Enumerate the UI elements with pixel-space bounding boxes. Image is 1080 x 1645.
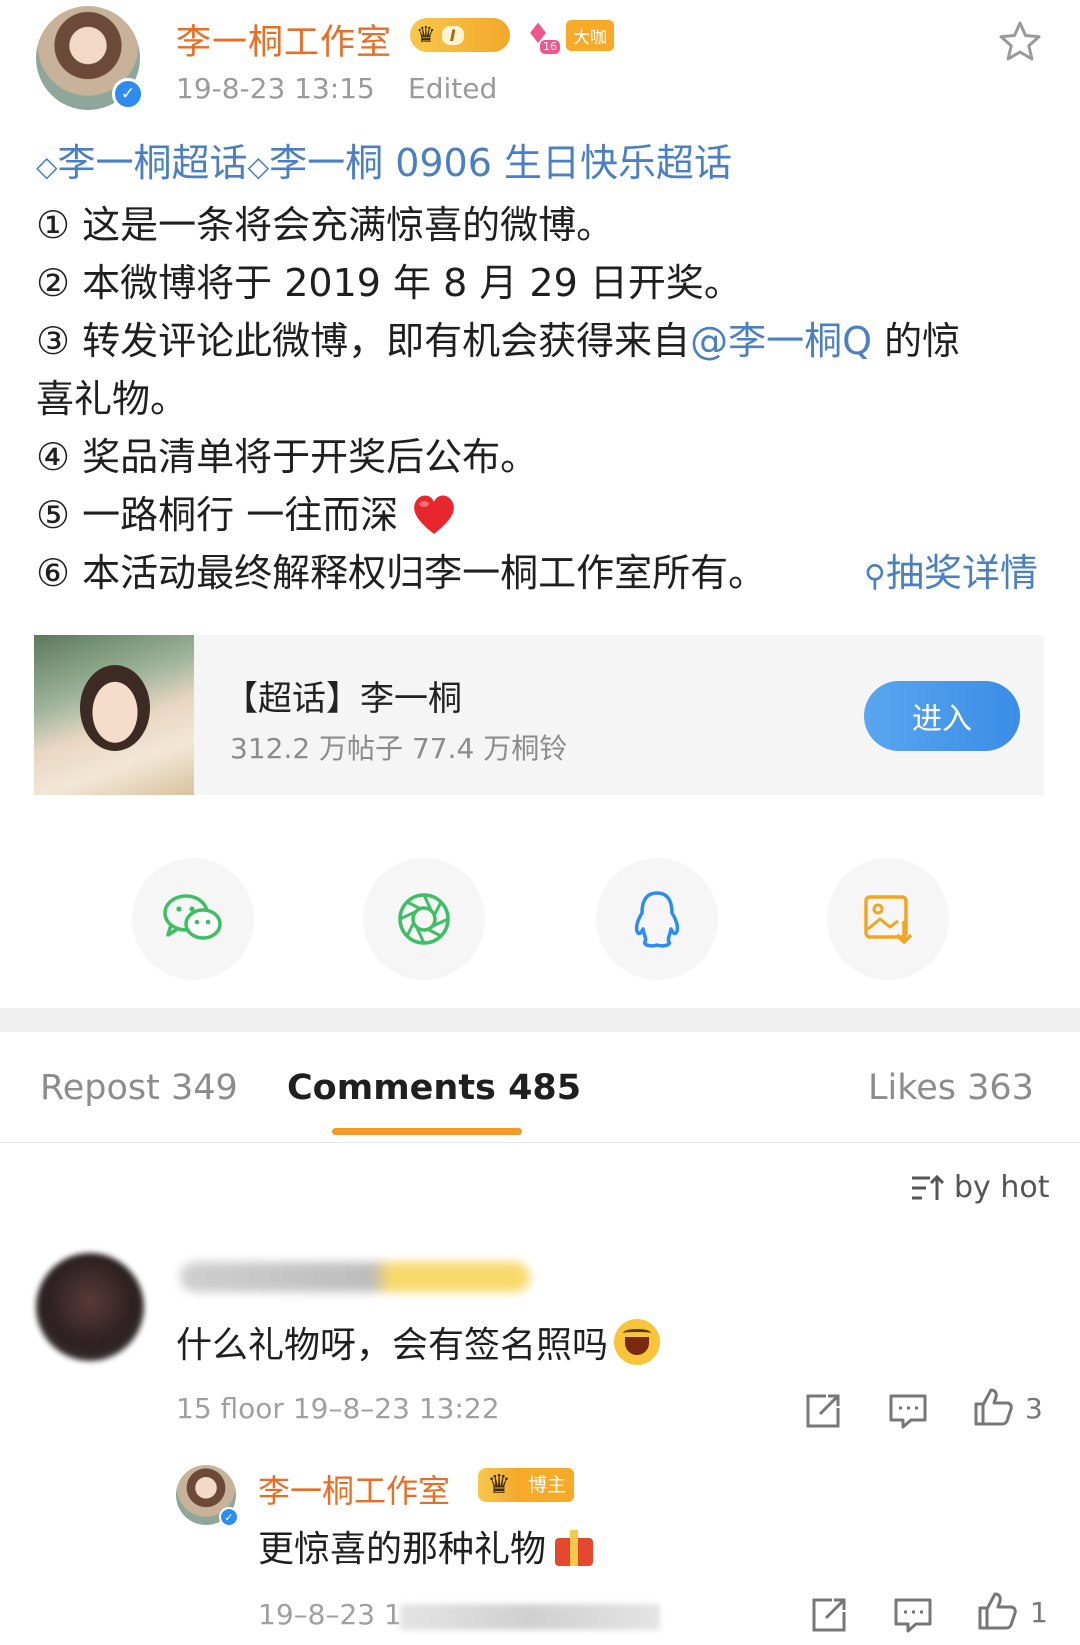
gem-level-icon[interactable]: ♦ 16 (518, 18, 560, 54)
commenter-avatar[interactable] (36, 1253, 144, 1361)
post-line-4: ④ 奖品清单将于开奖后公布。 (36, 435, 539, 479)
post-time: 19-8-23 13:15 (176, 72, 375, 105)
tab-comments[interactable]: Comments 485 (287, 1068, 581, 1108)
lottery-details-label: 抽奖详情 (885, 551, 1038, 595)
topic-link-2[interactable]: 李一桐 0906 生日快乐超话 (269, 141, 732, 185)
crown-icon: ♛ (478, 1468, 520, 1502)
reply-comment-icon[interactable] (892, 1594, 934, 1636)
share-qq-button[interactable] (596, 858, 718, 980)
post-line-3-text: ③ 转发评论此微博，即有机会获得来自 (36, 319, 691, 363)
active-tab-indicator (332, 1128, 522, 1135)
reply-meta-blurred (400, 1604, 660, 1630)
reply-like-thumb-icon[interactable] (976, 1590, 1018, 1632)
reply-like-count: 1 (1030, 1596, 1048, 1629)
super-topic-diamond-icon: ◇ (36, 150, 58, 183)
tab-repost[interactable]: Repost 349 (40, 1068, 238, 1108)
author-name[interactable]: 李一桐工作室 (176, 14, 392, 65)
reply-text: 更惊喜的那种礼物 (258, 1520, 596, 1572)
commenter-name-blurred[interactable] (180, 1262, 530, 1292)
enter-button[interactable]: 进入 (864, 681, 1020, 751)
super-topic-card[interactable]: 【超话】李一桐 312.2 万帖子 77.4 万桐铃 进入 (34, 635, 1044, 795)
comment-like-count: 3 (1025, 1392, 1043, 1425)
super-topic-diamond-icon: ◇ (247, 150, 270, 183)
member-crown-badge[interactable]: ♛ I (410, 18, 510, 52)
moments-icon (398, 893, 450, 945)
author-badges: ♛ I ♦ 16 大咖 (410, 18, 614, 54)
red-heart-icon (414, 495, 455, 534)
laughing-emoji-icon (614, 1319, 661, 1365)
comment-body: 什么礼物呀，会有签名照吗 (176, 1325, 609, 1366)
host-badge: 博主 (520, 1468, 575, 1502)
like-thumb-icon[interactable] (972, 1386, 1014, 1428)
post-line-2: ② 本微博将于 2019 年 8 月 29 日开奖。 (36, 261, 742, 305)
sort-icon (912, 1174, 944, 1200)
comment-text: 什么礼物呀，会有签名照吗 (176, 1316, 661, 1368)
qq-icon (634, 891, 680, 948)
tab-likes[interactable]: Likes 363 (868, 1068, 1034, 1108)
share-moments-button[interactable] (363, 858, 485, 980)
super-topic-thumbnail (34, 635, 194, 795)
super-topic-title: 【超话】李一桐 (224, 679, 462, 719)
lottery-details-link[interactable]: ⚲抽奖详情 (864, 544, 1038, 606)
favorite-star-icon[interactable] (996, 18, 1044, 66)
reply-meta: 19–8–23 1 (258, 1598, 402, 1631)
save-image-button[interactable] (827, 858, 949, 980)
post-line-3-wrap: 喜礼物。 (36, 377, 189, 421)
sort-by-hot-button[interactable]: by hot (910, 1170, 1049, 1205)
tab-divider (0, 1142, 1080, 1143)
mention-link[interactable]: @李一桐Q (690, 319, 872, 363)
post-line-3: ③ 转发评论此微博，即有机会获得来自@李一桐Q 的惊 (36, 312, 1046, 370)
verified-badge-icon: ✓ (112, 78, 144, 110)
crown-icon: ♛ (416, 22, 436, 48)
post-line-1: ① 这是一条将会充满惊喜的微博。 (36, 203, 615, 247)
reply-body: 更惊喜的那种礼物 (258, 1529, 547, 1570)
comment-icon[interactable] (887, 1390, 929, 1432)
link-icon: ⚲ (864, 559, 886, 594)
gift-emoji-icon (552, 1524, 596, 1568)
share-wechat-button[interactable] (132, 858, 254, 980)
reply-author-avatar[interactable]: ✓ (176, 1465, 239, 1527)
sort-label: by hot (954, 1170, 1050, 1205)
reply-author-name[interactable]: 李一桐工作室 (258, 1466, 450, 1512)
post-line-5-text: ⑤ 一路桐行 一往而深 (36, 493, 399, 537)
super-topic-stats: 312.2 万帖子 77.4 万桐铃 (230, 732, 568, 765)
vip-badge[interactable]: 大咖 (566, 19, 614, 51)
topic-link-1[interactable]: 李一桐超话 (58, 141, 248, 185)
post-header: ✓ 李一桐工作室 ♛ I ♦ 16 大咖 19-8-23 13:15 Edited (0, 0, 1080, 120)
comment-meta: 15 floor 19–8–23 13:22 (176, 1392, 500, 1425)
save-image-icon (864, 895, 913, 944)
gem-level-number: 16 (540, 40, 560, 54)
post-line-6-text: ⑥ 本活动最终解释权归李一桐工作室所有。 (36, 551, 767, 595)
reply-author-badges: ♛ 博主 (478, 1468, 575, 1502)
topic-line: ◇李一桐超话◇李一桐 0906 生日快乐超话 (36, 134, 1046, 196)
section-divider (0, 1008, 1080, 1032)
post-line-5: ⑤ 一路桐行 一往而深 (36, 486, 1046, 544)
wechat-icon (163, 894, 222, 940)
author-avatar[interactable]: ✓ (36, 6, 144, 110)
post-line-6: ⑥ 本活动最终解释权归李一桐工作室所有。 ⚲抽奖详情 (36, 544, 1046, 602)
post-line-3-tail: 的惊 (872, 319, 961, 363)
post-body: ◇李一桐超话◇李一桐 0906 生日快乐超话 ① 这是一条将会充满惊喜的微博。 … (36, 134, 1046, 602)
edited-label: Edited (408, 72, 498, 105)
reply-repost-icon[interactable] (808, 1594, 850, 1636)
member-level: I (441, 25, 464, 45)
verified-badge-icon: ✓ (219, 1507, 239, 1527)
repost-icon[interactable] (802, 1390, 844, 1432)
